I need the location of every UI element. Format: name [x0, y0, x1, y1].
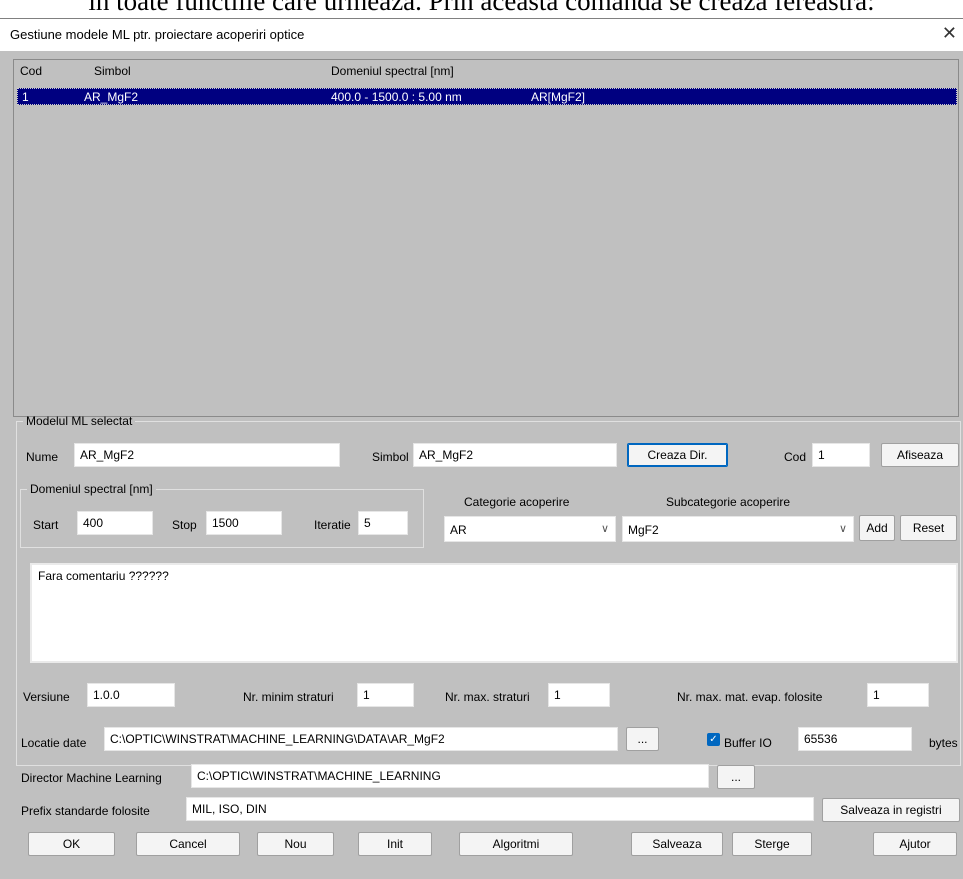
- chevron-down-icon: ∨: [600, 523, 609, 535]
- close-icon[interactable]: ✕: [942, 23, 957, 44]
- categorie-label: Categorie acoperire: [464, 495, 570, 509]
- list-header: Cod Simbol Domeniul spectral [nm]: [14, 60, 958, 84]
- buffer-input[interactable]: 65536: [798, 727, 912, 751]
- locatie-label: Locatie date: [21, 736, 87, 750]
- title-bar: Gestiune modele ML ptr. proiectare acope…: [0, 19, 963, 51]
- simbol-label: Simbol: [372, 450, 409, 464]
- column-header-cod[interactable]: Cod: [20, 64, 42, 78]
- init-button[interactable]: Init: [358, 832, 432, 856]
- ajutor-button[interactable]: Ajutor: [873, 832, 957, 856]
- max-straturi-input[interactable]: 1: [548, 683, 610, 707]
- reset-button[interactable]: Reset: [900, 515, 957, 541]
- cod-label: Cod: [784, 450, 807, 464]
- categorie-value: AR: [450, 523, 467, 537]
- cancel-button[interactable]: Cancel: [136, 832, 240, 856]
- nou-button[interactable]: Nou: [257, 832, 334, 856]
- background-document-text: in toate functiile care urmeaza. Prin ac…: [88, 0, 875, 16]
- sterge-button[interactable]: Sterge: [732, 832, 812, 856]
- comment-textarea[interactable]: Fara comentariu ??????: [30, 563, 958, 663]
- max-straturi-label: Nr. max. straturi: [445, 690, 530, 704]
- chevron-down-icon: ∨: [838, 523, 847, 535]
- min-straturi-label: Nr. minim straturi: [243, 690, 334, 704]
- row-domeniu: 400.0 - 1500.0 : 5.00 nm: [331, 90, 462, 104]
- director-label: Director Machine Learning: [21, 771, 162, 785]
- categorie-select[interactable]: AR ∨: [444, 516, 616, 542]
- nume-input[interactable]: AR_MgF2: [74, 443, 340, 467]
- cod-input[interactable]: 1: [812, 443, 870, 467]
- row-extra: AR[MgF2]: [531, 90, 586, 104]
- start-label: Start: [33, 518, 59, 532]
- min-straturi-input[interactable]: 1: [357, 683, 414, 707]
- salveaza-button[interactable]: Salveaza: [631, 832, 723, 856]
- bytes-label: bytes: [929, 736, 958, 750]
- director-browse-button[interactable]: ...: [717, 765, 755, 789]
- prefix-label: Prefix standarde folosite: [21, 804, 150, 818]
- row-cod: 1: [22, 90, 29, 104]
- director-input[interactable]: C:\OPTIC\WINSTRAT\MACHINE_LEARNING: [191, 764, 709, 788]
- dialog-window: Gestiune modele ML ptr. proiectare acope…: [0, 18, 963, 879]
- simbol-input[interactable]: AR_MgF2: [413, 443, 617, 467]
- creaza-dir-button[interactable]: Creaza Dir.: [627, 443, 728, 467]
- ok-button[interactable]: OK: [28, 832, 115, 856]
- window-title: Gestiune modele ML ptr. proiectare acope…: [10, 27, 305, 42]
- subcategorie-value: MgF2: [628, 523, 659, 537]
- spectral-group-label: Domeniul spectral [nm]: [30, 482, 153, 496]
- column-header-domeniu[interactable]: Domeniul spectral [nm]: [331, 64, 454, 78]
- nume-label: Nume: [26, 450, 59, 464]
- column-header-simbol[interactable]: Simbol: [94, 64, 131, 78]
- versiune-input[interactable]: 1.0.0: [87, 683, 175, 707]
- versiune-label: Versiune: [23, 690, 70, 704]
- stop-label: Stop: [172, 518, 197, 532]
- locatie-input[interactable]: C:\OPTIC\WINSTRAT\MACHINE_LEARNING\DATA\…: [104, 727, 618, 751]
- subcategorie-label: Subcategorie acoperire: [666, 495, 791, 509]
- table-row[interactable]: 1 AR_MgF2 400.0 - 1500.0 : 5.00 nm AR[Mg…: [17, 88, 957, 105]
- row-simbol: AR_MgF2: [84, 90, 139, 104]
- prefix-input[interactable]: MIL, ISO, DIN: [186, 797, 814, 821]
- max-mat-label: Nr. max. mat. evap. folosite: [677, 690, 823, 704]
- start-input[interactable]: 400: [77, 511, 153, 535]
- stop-input[interactable]: 1500: [206, 511, 282, 535]
- algoritmi-button[interactable]: Algoritmi: [459, 832, 573, 856]
- afiseaza-button[interactable]: Afiseaza: [881, 443, 959, 467]
- models-list[interactable]: Cod Simbol Domeniul spectral [nm] 1 AR_M…: [13, 59, 959, 417]
- iteratie-input[interactable]: 5: [358, 511, 408, 535]
- add-button[interactable]: Add: [859, 515, 895, 541]
- locatie-browse-button[interactable]: ...: [626, 727, 659, 751]
- salveaza-registri-button[interactable]: Salveaza in registri: [822, 798, 960, 822]
- buffer-label: Buffer IO: [724, 736, 772, 750]
- buffer-checkbox[interactable]: ✓: [707, 733, 720, 746]
- max-mat-input[interactable]: 1: [867, 683, 929, 707]
- subcategorie-select[interactable]: MgF2 ∨: [622, 516, 854, 542]
- iteratie-label: Iteratie: [314, 518, 351, 532]
- model-group-label: Modelul ML selectat: [26, 414, 133, 428]
